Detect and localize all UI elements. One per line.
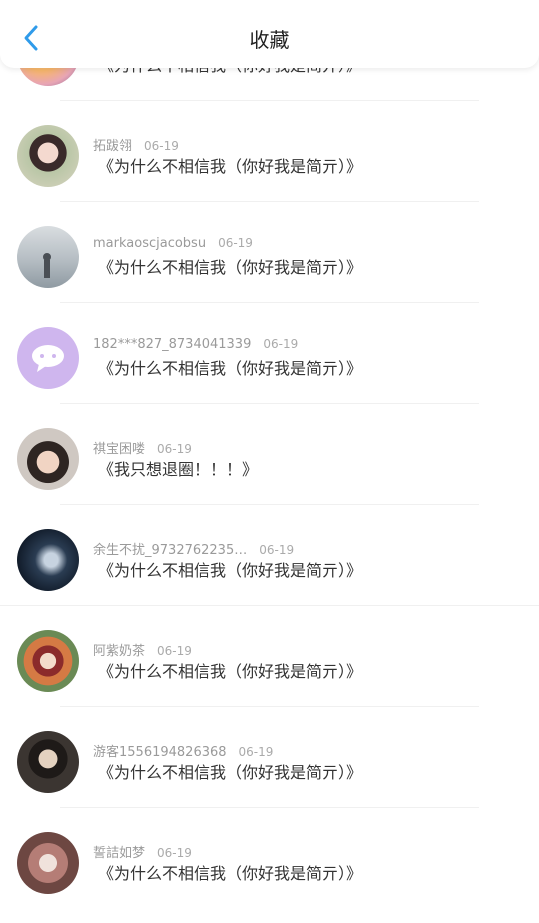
item-meta: markaoscjacobsu 06-19 <box>93 236 253 251</box>
item-meta: 游客1556194826368 06-19 <box>93 741 273 760</box>
top-nav-bar: 收藏 <box>0 0 539 68</box>
item-date: 06-19 <box>144 139 179 153</box>
chat-bubble-icon <box>32 345 64 372</box>
avatar[interactable] <box>17 832 79 894</box>
item-title[interactable]: 《为什么不相信我（你好我是简亓）》 <box>98 658 362 682</box>
item-title[interactable]: 《为什么不相信我（你好我是简亓）》 <box>98 254 362 278</box>
item-date: 06-19 <box>157 846 192 860</box>
avatar[interactable] <box>17 428 79 490</box>
item-meta: 拓跋翎 06-19 <box>93 135 179 154</box>
user-name[interactable]: markaoscjacobsu <box>93 236 206 251</box>
avatar[interactable] <box>17 731 79 793</box>
user-name[interactable]: 拓跋翎 <box>93 139 132 154</box>
item-title[interactable]: 《为什么不相信我（你好我是简亓）》 <box>98 153 362 177</box>
avatar[interactable] <box>17 327 79 389</box>
list-item[interactable]: 誓詰如梦 06-19 《为什么不相信我（你好我是简亓）》 <box>0 808 539 909</box>
avatar[interactable] <box>17 226 79 288</box>
page-title: 收藏 <box>249 28 290 52</box>
list-item[interactable]: 182***827_8734041339 06-19 《为什么不相信我（你好我是简… <box>0 303 539 404</box>
item-meta: 余生不扰_9732762235… 06-19 <box>93 539 294 558</box>
list-item[interactable]: 游客1556194826368 06-19 《为什么不相信我（你好我是简亓）》 <box>0 707 539 808</box>
item-meta: 阿紫奶茶 06-19 <box>93 640 192 659</box>
item-meta: 祺宝困喽 06-19 <box>93 438 192 457</box>
avatar[interactable] <box>17 630 79 692</box>
item-title[interactable]: 《为什么不相信我（你好我是简亓）》 <box>98 860 362 884</box>
list-item[interactable]: 阿紫奶茶 06-19 《为什么不相信我（你好我是简亓）》 <box>0 606 539 707</box>
list-item[interactable]: 祺宝困喽 06-19 《我只想退圈！！！》 <box>0 404 539 505</box>
avatar[interactable] <box>17 125 79 187</box>
item-date: 06-19 <box>263 337 299 351</box>
user-name[interactable]: 游客1556194826368 <box>93 745 227 760</box>
item-date: 06-19 <box>157 644 192 658</box>
user-name[interactable]: 余生不扰_9732762235… <box>93 543 247 558</box>
avatar[interactable] <box>17 529 79 591</box>
item-meta: 誓詰如梦 06-19 <box>93 842 192 861</box>
list-item[interactable]: markaoscjacobsu 06-19 《为什么不相信我（你好我是简亓）》 <box>0 202 539 303</box>
item-title[interactable]: 《为什么不相信我（你好我是简亓）》 <box>98 355 362 379</box>
user-name[interactable]: 阿紫奶茶 <box>93 644 145 659</box>
item-date: 06-19 <box>259 543 295 557</box>
favorites-list: 《为什么不相信我（你好我是简亓）》 拓跋翎 06-19 《为什么不相信我（你好我是… <box>0 24 539 909</box>
item-date: 06-19 <box>218 236 253 250</box>
list-item[interactable]: 余生不扰_9732762235… 06-19 《为什么不相信我（你好我是简亓）》 <box>0 505 539 606</box>
list-item[interactable]: 拓跋翎 06-19 《为什么不相信我（你好我是简亓）》 <box>0 101 539 202</box>
item-title[interactable]: 《为什么不相信我（你好我是简亓）》 <box>98 759 362 783</box>
user-name[interactable]: 182***827_8734041339 <box>93 337 251 352</box>
item-title[interactable]: 《为什么不相信我（你好我是简亓）》 <box>98 557 362 581</box>
user-name[interactable]: 祺宝困喽 <box>93 442 145 457</box>
item-date: 06-19 <box>157 442 192 456</box>
item-meta: 182***827_8734041339 06-19 <box>93 337 298 352</box>
user-name[interactable]: 誓詰如梦 <box>93 846 145 861</box>
item-title[interactable]: 《我只想退圈！！！》 <box>98 456 258 480</box>
item-date: 06-19 <box>238 745 274 759</box>
